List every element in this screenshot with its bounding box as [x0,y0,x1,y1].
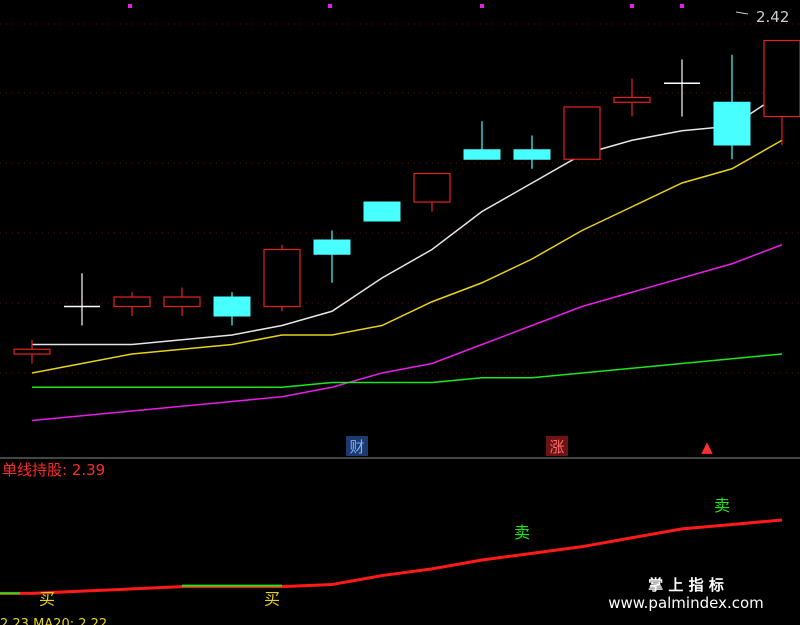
candle-4 [213,292,251,326]
event-marker-0: 财 [349,438,364,456]
candle-body [463,149,501,160]
candle-3 [163,287,201,316]
grid-top-dot [680,4,684,8]
candle-13 [664,59,700,117]
price-arrow [735,11,749,15]
ma-lines [31,92,783,422]
grid-top-dot [630,4,634,8]
candle-12 [613,78,651,117]
event-marker-2: ▲ [701,438,713,456]
candle-body [763,39,800,118]
candle-5 [263,244,301,312]
candle-11 [563,106,601,160]
candles [13,11,800,364]
signal-2: 卖 [514,523,530,542]
grid-top-dot [128,4,132,8]
indicator-title: 单线持股: 2.39 [2,461,105,479]
candle-body [163,296,201,308]
stock-chart: 财涨 ▲ 买买卖卖 2.42 单线持股: 2.39 2.23 MA20: 2.22… [0,4,800,625]
candle-1 [64,273,100,326]
candle-body [563,106,601,160]
candle-body [613,96,651,103]
candle-2 [113,292,151,316]
candle-body [13,348,51,355]
candle-body [413,172,451,203]
candle-body [713,101,751,146]
candle-body [363,201,401,222]
candle-10 [513,135,551,169]
signal-0: 买 [39,589,55,608]
candle-0 [13,339,51,364]
candle-7 [363,201,401,222]
candle-15 [763,39,800,145]
candle-body [113,296,151,308]
grid-top-dot [328,4,332,8]
candle-body [213,296,251,317]
candle-14 [713,54,751,160]
candle-body [313,239,351,255]
ma-line-3 [32,353,783,388]
ma-line-1 [31,139,783,374]
grid-top-dot [480,4,484,8]
event-markers: 财 涨 ▲ [346,436,718,456]
candle-8 [413,172,451,212]
candle-6 [313,230,351,283]
signal-3: 卖 [714,496,730,515]
candle-9 [463,121,501,160]
watermark-url: www.palmindex.com [608,594,764,612]
candle-body [513,149,551,160]
candle-body [263,248,301,308]
event-marker-1: 涨 [549,438,564,456]
watermark-title: 掌 上 指 标 [648,576,724,594]
ma-line-2 [31,244,783,422]
last-price-label: 2.42 [756,8,789,26]
bottom-legend: 2.23 MA20: 2.22 [0,617,107,625]
signal-1: 买 [264,589,280,608]
